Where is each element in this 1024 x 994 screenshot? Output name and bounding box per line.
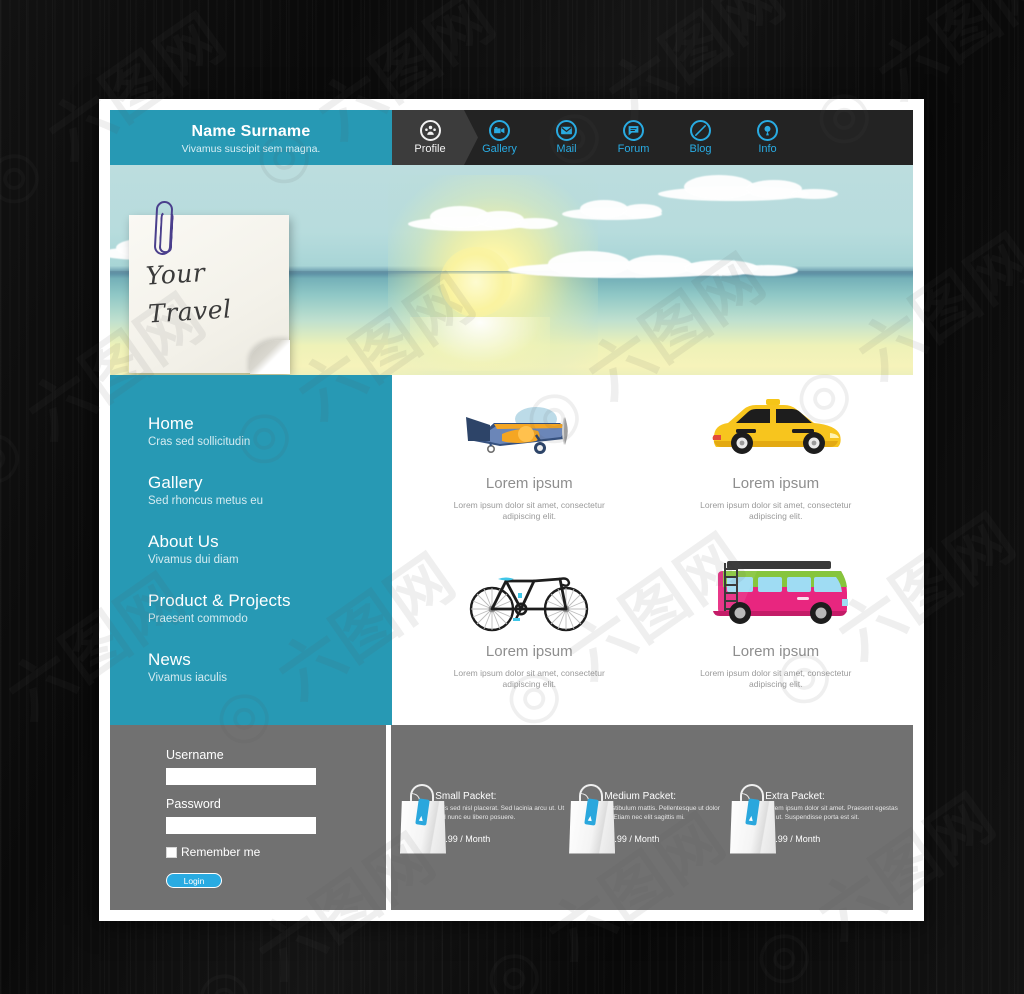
airplane-icon xyxy=(464,389,594,465)
camera-icon xyxy=(489,119,510,141)
packet-small-desc: Duis sed nisl placerat. Sed lacinia arcu… xyxy=(435,805,565,821)
packet-small-title: Small Packet: xyxy=(435,791,497,802)
packet-extra-title: Extra Packet: xyxy=(765,791,825,802)
packet-medium-price: 35.99 / Month xyxy=(604,834,660,844)
sidebar-menu: Home Cras sed sollicitudin Gallery Sed r… xyxy=(110,375,392,725)
nav-label-profile: Profile xyxy=(414,142,446,155)
username-label: Username xyxy=(166,748,224,762)
website-sheet: Name Surname Vivamus suscipit sem magna.… xyxy=(110,110,913,910)
sidebar-subtitle-news: Vivamus iaculis xyxy=(148,672,228,684)
pencil-icon xyxy=(690,119,711,141)
sidebar-subtitle-gallery: Sed rhoncus metus eu xyxy=(148,495,264,507)
packet-small-price: 19.99 / Month xyxy=(435,834,491,844)
pricing-packets: Small Packet: Duis sed nisl placerat. Se… xyxy=(391,725,913,910)
packet-medium[interactable]: Medium Packet: Vestibulum mattis. Pellen… xyxy=(566,782,727,854)
website-mockup-page: Name Surname Vivamus suscipit sem magna.… xyxy=(99,99,924,921)
taxi-car-icon xyxy=(706,389,846,465)
shopping-bag-icon xyxy=(566,782,616,854)
card-desc-airplane: Lorem ipsum dolor sit amet, consectetur … xyxy=(453,500,605,521)
footer-row: Username Password Remember me Login Smal… xyxy=(110,725,913,910)
nav-item-blog[interactable]: Blog xyxy=(667,110,734,165)
camper-van-icon xyxy=(701,557,851,633)
speech-bubble-icon xyxy=(623,119,644,141)
site-header: Name Surname Vivamus suscipit sem magna.… xyxy=(110,110,913,165)
brand-name: Name Surname xyxy=(191,122,311,140)
paperclip-icon xyxy=(153,200,174,256)
nav-item-profile[interactable]: Profile xyxy=(394,110,466,165)
card-desc-taxi: Lorem ipsum dolor sit amet, consectetur … xyxy=(700,500,852,521)
packet-small-info: Small Packet: Duis sed nisl placerat. Se… xyxy=(435,790,566,845)
nav-item-forum[interactable]: Forum xyxy=(600,110,667,165)
nav-label-mail: Mail xyxy=(556,142,577,155)
sidebar-item-home[interactable]: Home Cras sed sollicitudin xyxy=(148,413,392,450)
remember-me-row[interactable]: Remember me xyxy=(166,845,386,859)
note-line-1: Your xyxy=(145,257,207,291)
main-navigation: Profile Gallery Mail Forum Blog Info xyxy=(392,110,913,165)
sidebar-subtitle-about-us: Vivamus dui diam xyxy=(148,554,239,566)
user-group-icon xyxy=(419,119,441,141)
card-title-airplane: Lorem ipsum xyxy=(485,475,573,492)
info-pin-icon xyxy=(757,119,778,141)
sidebar-item-news[interactable]: News Vivamus iaculis xyxy=(148,649,392,686)
content-card-taxi[interactable]: Lorem ipsum Lorem ipsum dolor sit amet, … xyxy=(653,383,900,551)
brand-tagline: Vivamus suscipit sem magna. xyxy=(181,142,321,155)
card-title-camper-van: Lorem ipsum xyxy=(732,643,820,660)
note-line-2: Travel xyxy=(147,294,233,329)
packet-extra-price: 45.99 / Month xyxy=(765,834,821,844)
content-grid: Lorem ipsum Lorem ipsum dolor sit amet, … xyxy=(392,375,913,725)
sun-disc xyxy=(440,247,512,317)
packet-small[interactable]: Small Packet: Duis sed nisl placerat. Se… xyxy=(397,782,566,854)
sidebar-title-gallery: Gallery xyxy=(148,473,203,492)
packet-medium-info: Medium Packet: Vestibulum mattis. Pellen… xyxy=(604,790,727,845)
nav-label-gallery: Gallery xyxy=(482,142,517,155)
packet-extra[interactable]: Extra Packet: Lorem ipsum dolor sit amet… xyxy=(727,782,907,854)
card-desc-bicycle: Lorem ipsum dolor sit amet, consectetur … xyxy=(453,668,605,689)
sidebar-subtitle-home: Cras sed sollicitudin xyxy=(148,436,251,448)
password-input[interactable] xyxy=(166,817,316,834)
login-button[interactable]: Login xyxy=(166,873,222,888)
card-desc-camper-van: Lorem ipsum dolor sit amet, consectetur … xyxy=(700,668,852,689)
sticky-note: Your Travel xyxy=(129,200,290,374)
packet-extra-info: Extra Packet: Lorem ipsum dolor sit amet… xyxy=(765,790,907,845)
packet-medium-desc: Vestibulum mattis. Pellentesque ut dolor… xyxy=(604,805,720,821)
envelope-icon xyxy=(556,119,577,141)
bicycle-icon xyxy=(462,557,597,633)
sidebar-title-home: Home xyxy=(148,414,194,433)
card-title-taxi: Lorem ipsum xyxy=(732,475,820,492)
content-card-camper-van[interactable]: Lorem ipsum Lorem ipsum dolor sit amet, … xyxy=(653,551,900,719)
sun-reflection xyxy=(410,317,550,371)
nav-item-mail[interactable]: Mail xyxy=(533,110,600,165)
nav-label-info: Info xyxy=(758,142,777,155)
nav-item-gallery[interactable]: Gallery xyxy=(466,110,533,165)
nav-label-blog: Blog xyxy=(689,142,712,155)
content-card-airplane[interactable]: Lorem ipsum Lorem ipsum dolor sit amet, … xyxy=(406,383,653,551)
sidebar-item-product-projects[interactable]: Product & Projects Praesent commodo xyxy=(148,590,392,627)
username-input[interactable] xyxy=(166,768,316,785)
sidebar-title-about-us: About Us xyxy=(148,532,219,551)
nav-label-forum: Forum xyxy=(617,142,650,155)
brand-block: Name Surname Vivamus suscipit sem magna. xyxy=(110,110,392,165)
packet-extra-desc: Lorem ipsum dolor sit amet. Praesent ege… xyxy=(765,805,898,821)
remember-me-label: Remember me xyxy=(181,845,261,859)
packet-medium-title: Medium Packet: xyxy=(604,791,677,802)
nav-item-info[interactable]: Info xyxy=(734,110,801,165)
note-text: Your Travel xyxy=(145,253,233,334)
sidebar-item-about-us[interactable]: About Us Vivamus dui diam xyxy=(148,531,392,568)
main-row: Home Cras sed sollicitudin Gallery Sed r… xyxy=(110,375,913,725)
shopping-bag-icon xyxy=(727,782,776,854)
sidebar-subtitle-product-projects: Praesent commodo xyxy=(148,613,248,625)
remember-me-checkbox[interactable] xyxy=(166,846,177,858)
sidebar-title-product-projects: Product & Projects xyxy=(148,591,291,610)
shopping-bag-icon xyxy=(397,782,446,854)
sidebar-title-news: News xyxy=(148,650,191,669)
sidebar-item-gallery[interactable]: Gallery Sed rhoncus metus eu xyxy=(148,472,392,509)
login-form: Username Password Remember me Login xyxy=(110,725,386,910)
content-card-bicycle[interactable]: Lorem ipsum Lorem ipsum dolor sit amet, … xyxy=(406,551,653,719)
password-label: Password xyxy=(166,797,221,811)
hero-banner: Your Travel xyxy=(110,165,913,375)
card-title-bicycle: Lorem ipsum xyxy=(485,643,573,660)
note-corner-curl xyxy=(250,340,290,374)
